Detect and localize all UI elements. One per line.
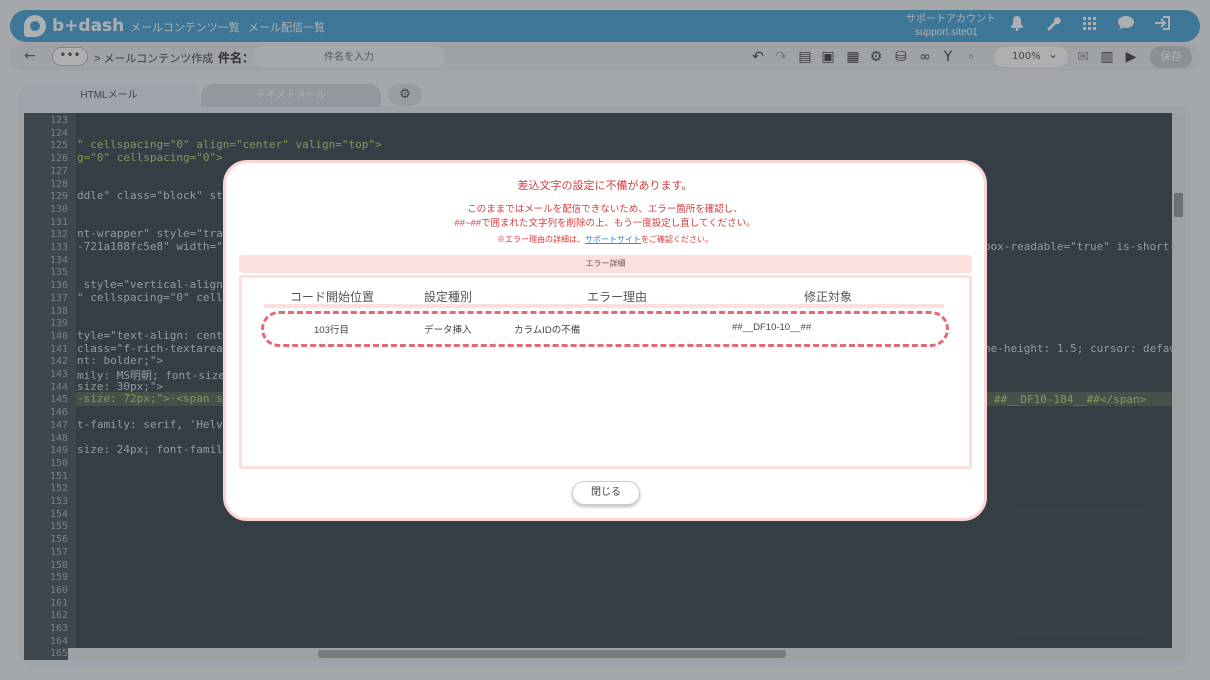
error-row-highlight bbox=[261, 311, 949, 347]
row-type: データ挿入 bbox=[424, 325, 472, 336]
row-position: 103行目 bbox=[314, 325, 349, 336]
row-target: ##__DF10-10__## bbox=[732, 322, 812, 333]
dialog-title: 差込文字の設定に不備があります。 bbox=[517, 180, 693, 192]
column-header-type: 設定種別 bbox=[424, 290, 473, 304]
dialog-message-2: ##~##で囲まれた文字列を削除の上、もう一度設定し直してください。 bbox=[454, 218, 756, 229]
error-detail-header: エラー詳細 bbox=[239, 255, 972, 273]
close-button[interactable]: 閉じる bbox=[572, 481, 640, 505]
header-divider bbox=[264, 304, 944, 308]
support-site-link[interactable]: サポートサイト bbox=[585, 235, 641, 244]
dialog-message-1: このままではメールを配信できないため、エラー箇所を確認し、 bbox=[467, 204, 743, 215]
row-reason: カラムIDの不備 bbox=[514, 325, 581, 336]
note-suffix: をご確認ください。 bbox=[641, 235, 713, 244]
column-header-reason: エラー理由 bbox=[587, 290, 648, 304]
column-header-target: 修正対象 bbox=[804, 290, 853, 304]
dialog-note: ※エラー理由の詳細は、サポートサイトをご確認ください。 bbox=[226, 234, 984, 245]
error-detail-table: コード開始位置 設定種別 エラー理由 修正対象 103行目 データ挿入 カラムI… bbox=[239, 275, 972, 469]
note-prefix: ※エラー理由の詳細は、 bbox=[497, 235, 585, 244]
column-header-position: コード開始位置 bbox=[290, 290, 375, 304]
error-dialog: 差込文字の設定に不備があります。 このままではメールを配信できないため、エラー箇… bbox=[223, 160, 987, 521]
